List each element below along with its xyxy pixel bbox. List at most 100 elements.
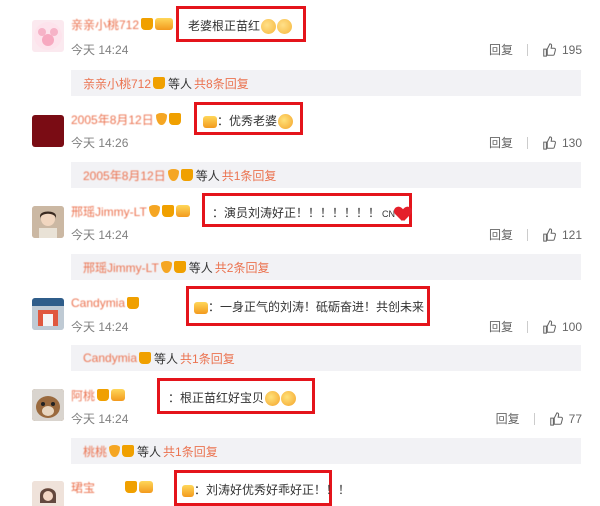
like-count: 195	[561, 42, 582, 57]
like-icon[interactable]	[549, 411, 563, 426]
like-icon[interactable]	[542, 42, 556, 57]
comment-actions: 回复 121	[489, 226, 582, 243]
reply-user[interactable]: 桃桃	[83, 443, 107, 460]
username[interactable]: 亲亲小桃712	[71, 16, 139, 33]
reply-mid: 等人	[137, 444, 162, 459]
reply-summary[interactable]: 桃桃 等人 共1条回复	[71, 438, 581, 464]
comment-time: 今天 14:26	[71, 136, 129, 150]
level-badge-icon	[155, 18, 174, 30]
comment-actions: 回复 100	[489, 318, 582, 335]
reply-user[interactable]: Candymia	[83, 351, 137, 365]
vip-badge-icon	[153, 77, 166, 89]
love-emoji-icon	[265, 391, 281, 407]
username[interactable]: 阿桃	[71, 387, 95, 404]
love-emoji-icon	[278, 114, 294, 130]
comment-actions: 回复 77	[496, 410, 582, 427]
level-badge-icon	[139, 481, 154, 493]
comment-line: Candymia	[71, 293, 140, 313]
comment-line: 邢瑶Jimmy-LT	[71, 201, 190, 221]
reply-mid: 等人	[195, 168, 220, 183]
comment-text: ：一身正气的刘涛！砥砺奋进！共创未来	[192, 298, 424, 315]
comment-text: ：刘涛好优秀好乖好正！！！	[180, 481, 350, 498]
reply-user[interactable]: 亲亲小桃712	[83, 75, 151, 92]
vip-badge-icon	[139, 352, 152, 364]
comment-actions: 回复 130	[489, 134, 582, 151]
level-badge-icon	[194, 301, 208, 314]
level-badge-icon	[111, 389, 126, 401]
username[interactable]: 珺宝	[71, 479, 95, 496]
reply-mid: 等人	[168, 76, 193, 91]
verified-icon	[148, 205, 160, 217]
username[interactable]: Candymia	[71, 296, 125, 310]
comment-line: 亲亲小桃712	[71, 14, 174, 34]
more-replies-link[interactable]: 共1条回复	[222, 167, 277, 184]
comment-actions: 回复 195	[489, 41, 582, 58]
like-icon[interactable]	[542, 135, 556, 150]
divider	[526, 136, 528, 149]
vip-badge-icon	[141, 18, 154, 30]
verified-icon	[160, 261, 172, 273]
avatar[interactable]	[32, 298, 64, 330]
clap-emoji-icon	[261, 19, 277, 35]
level-badge-icon	[203, 115, 217, 128]
love-emoji-icon	[281, 391, 297, 407]
avatar[interactable]	[32, 115, 64, 147]
reply-mid: 等人	[188, 260, 213, 275]
reply-summary[interactable]: 2005年8月12日 等人 共1条回复	[71, 162, 581, 188]
username[interactable]: 2005年8月12日	[71, 111, 154, 128]
like-icon[interactable]	[542, 227, 556, 242]
comment-time: 今天 14:24	[71, 43, 129, 57]
divider	[533, 412, 535, 425]
verified-icon	[155, 113, 167, 125]
comment-time: 今天 14:24	[71, 228, 129, 242]
reply-mid: 等人	[154, 351, 179, 366]
reply-button[interactable]: 回复	[496, 410, 520, 427]
vip-badge-icon	[122, 445, 135, 457]
vip-badge-icon	[161, 205, 174, 217]
comment-text: ：演员刘涛好正！！！！！！！ CN	[212, 204, 411, 221]
verified-icon	[167, 169, 179, 181]
reply-button[interactable]: 回复	[489, 134, 513, 151]
comment-time: 今天 14:24	[71, 412, 129, 426]
more-replies-link[interactable]: 共1条回复	[163, 443, 218, 460]
avatar[interactable]	[32, 20, 64, 52]
reply-button[interactable]: 回复	[489, 318, 513, 335]
more-replies-link[interactable]: 共1条回复	[180, 350, 235, 367]
more-replies-link[interactable]: 共2条回复	[215, 259, 270, 276]
avatar[interactable]	[32, 481, 64, 506]
comment-line: 2005年8月12日	[71, 109, 181, 129]
vip-badge-icon	[180, 169, 193, 181]
vip-badge-icon	[127, 297, 140, 309]
avatar[interactable]	[32, 206, 64, 238]
divider	[526, 43, 528, 56]
avatar[interactable]	[32, 389, 64, 421]
heart-emoji-icon	[395, 207, 411, 221]
reply-summary[interactable]: Candymia 等人 共1条回复	[71, 345, 581, 371]
like-icon[interactable]	[542, 319, 556, 334]
reply-user[interactable]: 邢瑶Jimmy-LT	[83, 259, 159, 276]
level-badge-icon	[182, 484, 194, 497]
divider	[526, 320, 528, 333]
comment-time: 今天 14:24	[71, 320, 129, 334]
vip-badge-icon	[97, 389, 110, 401]
comment-text: 老婆根正苗红	[188, 17, 293, 35]
reply-summary[interactable]: 邢瑶Jimmy-LT 等人 共2条回复	[71, 254, 581, 280]
like-count: 100	[561, 319, 582, 334]
comment-text: ：优秀老婆	[201, 112, 294, 130]
reply-summary[interactable]: 亲亲小桃712 等人 共8条回复	[71, 70, 581, 96]
reply-button[interactable]: 回复	[489, 41, 513, 58]
reply-user[interactable]: 2005年8月12日	[83, 167, 166, 184]
clap-emoji-icon	[277, 19, 293, 35]
vip-badge-icon	[168, 113, 181, 125]
like-count: 130	[561, 135, 582, 150]
divider	[526, 228, 528, 241]
like-count: 77	[568, 411, 582, 426]
vip-badge-icon	[173, 261, 186, 273]
username[interactable]: 邢瑶Jimmy-LT	[71, 203, 147, 220]
comment-text: ：根正苗红好宝贝	[168, 389, 297, 407]
comment-line: 阿桃	[71, 385, 126, 405]
reply-button[interactable]: 回复	[489, 226, 513, 243]
like-count: 121	[561, 227, 582, 242]
level-badge-icon	[175, 205, 190, 217]
more-replies-link[interactable]: 共8条回复	[194, 75, 249, 92]
